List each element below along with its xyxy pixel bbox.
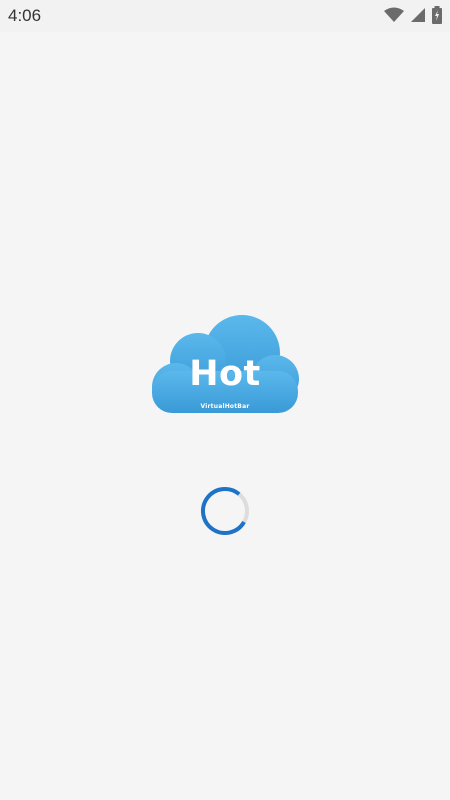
status-time: 4:06: [8, 6, 42, 25]
loading-spinner: [199, 485, 251, 537]
battery-charging-icon: [432, 6, 442, 24]
status-bar: 4:06: [0, 0, 450, 32]
wifi-icon: [384, 7, 404, 23]
app-logo: [150, 301, 300, 417]
status-icons: [384, 5, 442, 25]
cellular-signal-icon: [410, 7, 426, 23]
